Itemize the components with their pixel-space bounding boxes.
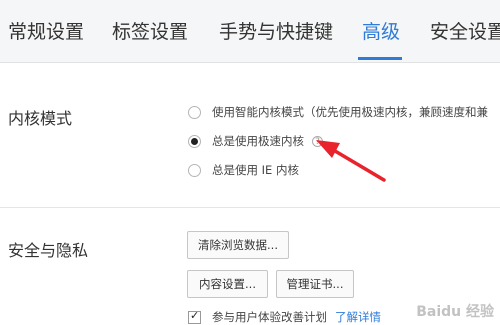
section-divider	[0, 207, 500, 208]
clear-browsing-data-button[interactable]: 清除浏览数据...	[187, 231, 289, 259]
content-settings-button[interactable]: 内容设置...	[187, 270, 268, 298]
ux-program-checkbox[interactable]	[188, 309, 201, 324]
manage-certificates-button[interactable]: 管理证书...	[276, 270, 354, 298]
security-privacy-title: 安全与隐私	[8, 241, 89, 260]
watermark-logo: Baidu 经验	[416, 304, 494, 320]
